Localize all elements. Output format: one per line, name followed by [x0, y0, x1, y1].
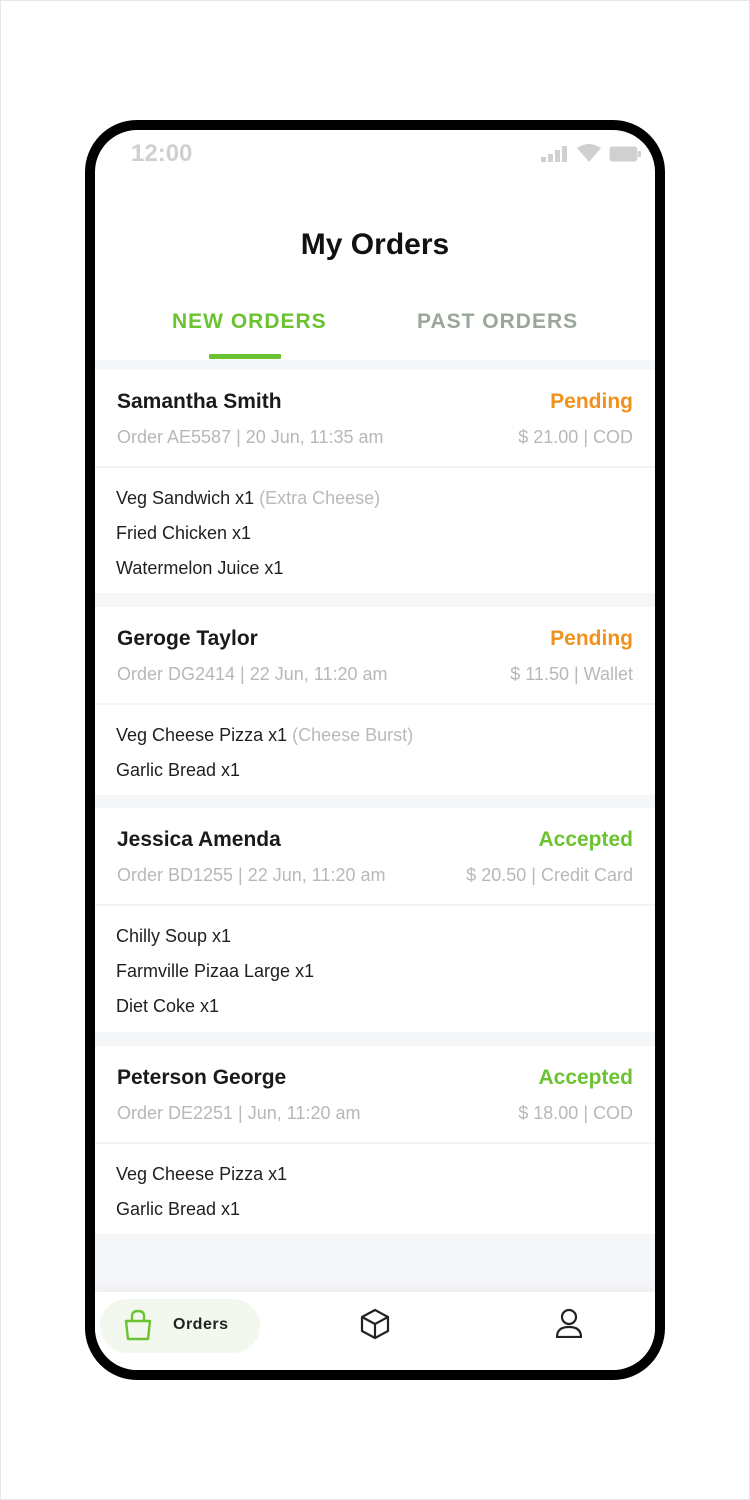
order-card-header: Peterson George Accepted Order DE2251 | …: [95, 1046, 655, 1144]
order-card-header: Geroge Taylor Pending Order DG2414 | 22 …: [95, 607, 655, 705]
order-items: Veg Cheese Pizza x1 (Cheese Burst) Garli…: [95, 705, 655, 795]
status-bar: 12:00: [95, 130, 655, 180]
order-payment: $ 20.50 | Credit Card: [466, 865, 633, 885]
wifi-icon: [577, 144, 601, 162]
item-note: (Cheese Burst): [287, 725, 414, 745]
order-item: Watermelon Juice x1: [116, 556, 655, 591]
shopping-bag-icon: [122, 1309, 154, 1346]
bottom-nav: Orders: [95, 1292, 655, 1370]
page-title: My Orders: [300, 228, 450, 261]
item-text: Chilly Soup x1: [116, 926, 232, 946]
item-text: Diet Coke x1: [116, 996, 220, 1016]
customer-name: Peterson George: [117, 1066, 287, 1089]
customer-name: Geroge Taylor: [117, 627, 258, 650]
orders-list: Samantha Smith Pending Order AE5587 | 20…: [95, 360, 655, 1302]
order-card[interactable]: Samantha Smith Pending Order AE5587 | 20…: [95, 370, 655, 593]
order-items: Veg Cheese Pizza x1 Garlic Bread x1: [95, 1144, 655, 1234]
order-item: Garlic Bread x1: [116, 1197, 655, 1232]
order-meta: Order AE5587 | 20 Jun, 11:35 am: [117, 427, 384, 447]
nav-orders-label: Orders: [173, 1316, 229, 1333]
order-item: Diet Coke x1: [116, 994, 655, 1029]
order-status: Pending: [550, 390, 633, 413]
active-tab-indicator: [209, 354, 281, 359]
order-item: Fried Chicken x1: [116, 521, 655, 556]
order-card-header: Jessica Amenda Accepted Order BD1255 | 2…: [95, 808, 655, 906]
order-status: Pending: [550, 627, 633, 650]
customer-name: Samantha Smith: [117, 390, 282, 413]
tab-past-orders[interactable]: PAST ORDERS: [417, 310, 578, 334]
order-tabs: NEW ORDERS PAST ORDERS: [95, 310, 655, 362]
order-status: Accepted: [538, 828, 633, 851]
item-note: (Extra Cheese): [254, 488, 381, 508]
order-payment: $ 18.00 | COD: [518, 1103, 633, 1123]
order-status: Accepted: [538, 1066, 633, 1089]
order-item: Farmville Pizaa Large x1: [116, 959, 655, 994]
customer-name: Jessica Amenda: [117, 828, 281, 851]
order-payment: $ 11.50 | Wallet: [510, 664, 633, 684]
item-text: Fried Chicken x1: [116, 523, 252, 543]
battery-icon: [609, 146, 641, 162]
order-payment: $ 21.00 | COD: [518, 427, 633, 447]
tab-new-orders[interactable]: NEW ORDERS: [172, 310, 327, 334]
signal-icon: [541, 146, 567, 162]
phone-frame: 12:00 My Orders NEW ORDERS PAST ORDERS S…: [85, 120, 665, 1380]
order-meta: Order DE2251 | Jun, 11:20 am: [117, 1103, 361, 1123]
nav-orders-button[interactable]: Orders: [100, 1299, 260, 1353]
order-card[interactable]: Jessica Amenda Accepted Order BD1255 | 2…: [95, 808, 655, 1032]
profile-icon[interactable]: [555, 1308, 583, 1343]
order-item: Chilly Soup x1: [116, 924, 655, 959]
order-card-header: Samantha Smith Pending Order AE5587 | 20…: [95, 370, 655, 468]
box-icon[interactable]: [359, 1308, 391, 1345]
item-text: Garlic Bread x1: [116, 1199, 241, 1219]
item-text: Watermelon Juice x1: [116, 558, 284, 578]
order-card[interactable]: Peterson George Accepted Order DE2251 | …: [95, 1046, 655, 1234]
status-icons: [541, 144, 641, 162]
order-meta: Order BD1255 | 22 Jun, 11:20 am: [117, 865, 386, 885]
order-card[interactable]: Geroge Taylor Pending Order DG2414 | 22 …: [95, 607, 655, 795]
item-text: Veg Sandwich x1: [116, 488, 255, 508]
item-text: Garlic Bread x1: [116, 760, 241, 780]
status-time: 12:00: [131, 140, 193, 167]
order-item: Veg Cheese Pizza x1: [116, 1162, 655, 1197]
order-items: Veg Sandwich x1 (Extra Cheese) Fried Chi…: [95, 468, 655, 593]
order-item: Veg Sandwich x1 (Extra Cheese): [116, 486, 655, 521]
order-item: Garlic Bread x1: [116, 758, 655, 793]
item-text: Farmville Pizaa Large x1: [116, 961, 315, 981]
order-items: Chilly Soup x1 Farmville Pizaa Large x1 …: [95, 906, 655, 1032]
item-text: Veg Cheese Pizza x1: [116, 1164, 288, 1184]
order-item: Veg Cheese Pizza x1 (Cheese Burst): [116, 723, 655, 758]
order-meta: Order DG2414 | 22 Jun, 11:20 am: [117, 664, 388, 684]
item-text: Veg Cheese Pizza x1: [116, 725, 288, 745]
